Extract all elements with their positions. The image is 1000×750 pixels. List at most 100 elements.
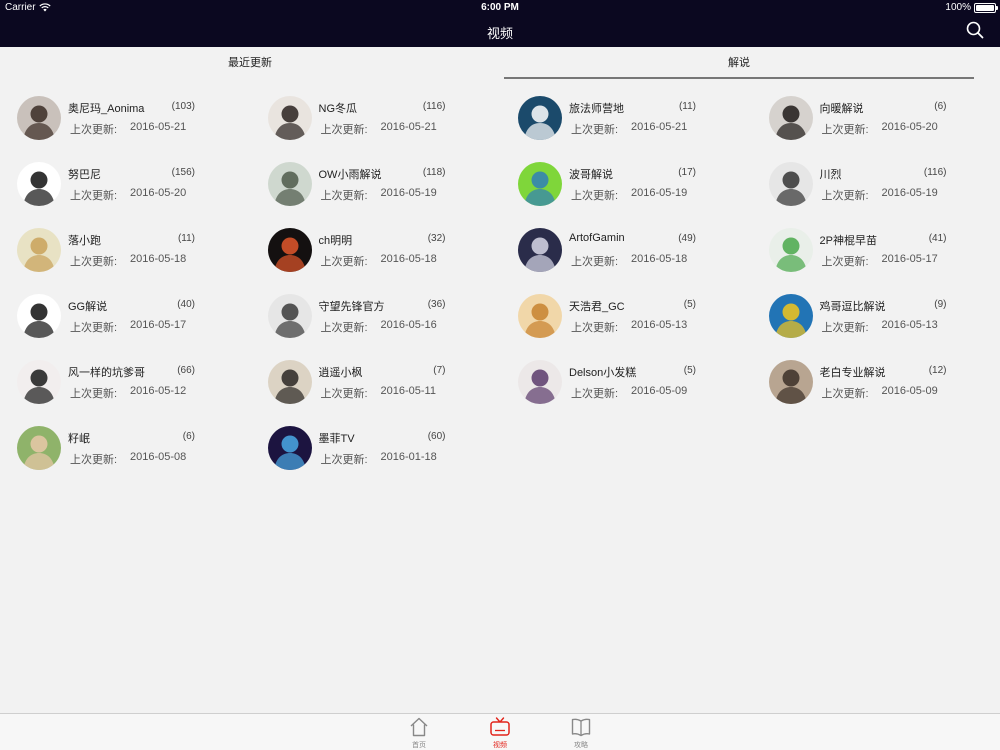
streamer-item[interactable]: 鸡哥逗比解说 (9) 上次更新: 2016-05-13 [768,294,1000,360]
tabbar-item-home[interactable]: 首页 [399,716,439,750]
video-count: (17) [678,167,696,178]
avatar-image [17,294,61,338]
streamer-name: Delson小发糕 [569,367,637,379]
last-update-label: 上次更新: [70,124,118,136]
avatar [267,228,312,272]
streamer-item[interactable]: ch明明 (32) 上次更新: 2016-05-18 [267,228,519,294]
streamer-name: ch明明 [318,235,353,247]
streamer-name: 守望先锋官方 [318,301,385,313]
last-update-label: 上次更新: [320,454,368,466]
tab-recent-updates[interactable]: 最近更新 [0,47,500,79]
streamer-name: GG解说 [68,301,108,313]
last-update-label: 上次更新: [70,256,118,268]
streamer-grid: 奥尼玛_Aonima (103) 上次更新: 2016-05-21 NG冬瓜 (116) 上… [17,96,1000,492]
streamer-item[interactable]: OW小雨解说 (118) 上次更新: 2016-05-19 [267,162,519,228]
video-count: (7) [433,365,446,376]
last-update-label: 上次更新: [70,388,118,400]
tabbar-item-guides[interactable]: 攻略 [561,716,601,750]
video-count: (118) [422,167,446,178]
streamer-name: 风一样的坑爹哥 [68,367,145,379]
streamer-item[interactable]: 川烈 (116) 上次更新: 2016-05-19 [768,162,1000,228]
streamer-item[interactable]: 向暖解说 (6) 上次更新: 2016-05-20 [768,96,1000,162]
search-icon[interactable] [966,21,984,39]
last-update-date: 2016-05-20 [130,187,187,199]
streamer-name: 旅法师营地 [569,103,624,115]
last-update-date: 2016-05-18 [631,253,688,265]
streamer-item[interactable]: GG解说 (40) 上次更新: 2016-05-17 [17,294,268,360]
avatar-image [267,426,312,470]
video-count: (11) [678,101,696,112]
video-count: (11) [177,233,195,244]
streamer-item[interactable]: 风一样的坑爹哥 (66) 上次更新: 2016-05-12 [17,360,268,426]
streamer-name: 奥尼玛_Aonima [68,103,145,115]
streamer-item[interactable]: 籽岷 (6) 上次更新: 2016-05-08 [17,426,268,492]
video-count: (156) [171,167,195,178]
streamer-item[interactable]: NG冬瓜 (116) 上次更新: 2016-05-21 [267,96,519,162]
avatar-image [267,96,312,140]
video-count: (40) [177,299,195,310]
last-update-date: 2016-05-21 [631,121,688,133]
avatar [518,294,562,338]
streamer-name: 川烈 [819,169,842,181]
video-count: (103) [171,101,195,112]
battery-percent: 100% [945,2,971,13]
avatar [17,360,61,404]
streamer-item[interactable]: 墨菲TV (60) 上次更新: 2016-01-18 [267,426,519,492]
streamer-item[interactable]: 奥尼玛_Aonima (103) 上次更新: 2016-05-21 [17,96,268,162]
last-update-date: 2016-05-17 [881,253,938,265]
video-count: (41) [928,233,947,244]
avatar [768,96,813,140]
video-count: (66) [177,365,195,376]
avatar-image [518,96,562,140]
avatar-image [518,294,562,338]
last-update-date: 2016-05-09 [881,385,938,397]
last-update-date: 2016-05-20 [881,121,938,133]
streamer-name: OW小雨解说 [318,169,382,181]
page-title: 视频 [486,26,513,41]
avatar-image [768,162,813,206]
avatar-image [17,360,61,404]
streamer-item[interactable]: 努巴尼 (156) 上次更新: 2016-05-20 [17,162,268,228]
avatar [267,96,312,140]
streamer-item[interactable]: 老白专业解说 (12) 上次更新: 2016-05-09 [768,360,1000,426]
video-count: (60) [427,431,446,442]
video-count: (32) [427,233,446,244]
last-update-label: 上次更新: [571,322,619,334]
streamer-name: 鸡哥逗比解说 [819,301,886,313]
streamer-item[interactable]: ArtofGamin (49) 上次更新: 2016-05-18 [518,228,769,294]
avatar [267,426,312,470]
streamer-name: 天浩君_GC [569,301,625,313]
streamer-name: 籽岷 [68,433,90,445]
streamer-item[interactable]: 天浩君_GC (5) 上次更新: 2016-05-13 [518,294,769,360]
avatar-image [768,294,813,338]
tabbar-item-video[interactable]: 视频 [480,716,520,750]
tab-commentary[interactable]: 解说 [504,47,974,79]
last-update-label: 上次更新: [320,124,368,136]
video-count: (5) [683,365,696,376]
tv-icon [490,717,510,736]
last-update-label: 上次更新: [320,322,368,334]
streamer-item[interactable]: 守望先锋官方 (36) 上次更新: 2016-05-16 [267,294,519,360]
streamer-item[interactable]: 旅法师营地 (11) 上次更新: 2016-05-21 [518,96,769,162]
last-update-label: 上次更新: [571,190,619,202]
tabbar-label: 视频 [493,742,507,749]
last-update-label: 上次更新: [320,256,368,268]
streamer-item[interactable]: 落小跑 (11) 上次更新: 2016-05-18 [17,228,268,294]
streamer-item[interactable]: 2P神棍早苗 (41) 上次更新: 2016-05-17 [768,228,1000,294]
home-icon [410,717,428,737]
avatar [17,426,61,470]
avatar [768,294,813,338]
last-update-date: 2016-05-13 [631,319,688,331]
book-icon [571,718,591,737]
video-count: (116) [422,101,446,112]
streamer-item[interactable]: 逍遥小枫 (7) 上次更新: 2016-05-11 [267,360,519,426]
streamer-item[interactable]: Delson小发糕 (5) 上次更新: 2016-05-09 [518,360,769,426]
avatar [768,228,813,272]
avatar [17,162,61,206]
avatar [518,162,562,206]
last-update-date: 2016-05-19 [881,187,938,199]
avatar [267,360,312,404]
avatar [518,228,562,272]
streamer-item[interactable]: 波哥解说 (17) 上次更新: 2016-05-19 [518,162,769,228]
tabbar-label: 攻略 [574,742,588,749]
